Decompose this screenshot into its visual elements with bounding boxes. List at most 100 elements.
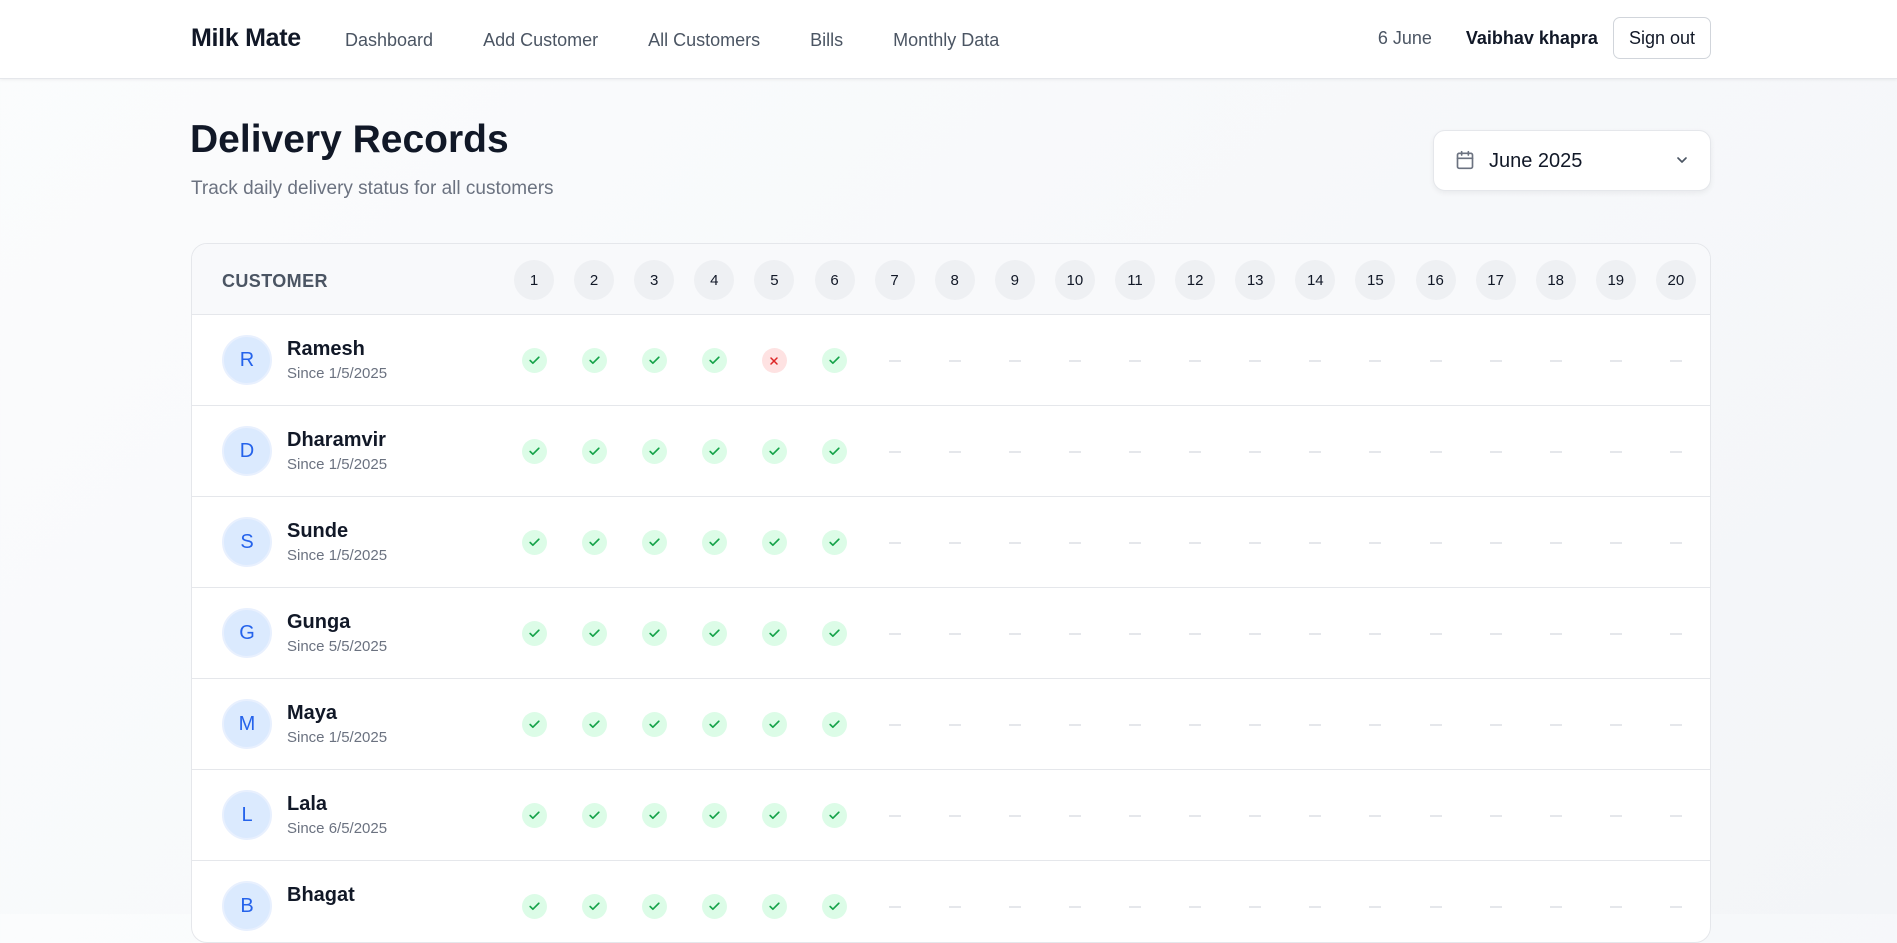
delivered-check-icon[interactable] xyxy=(641,348,667,373)
no-record-dash[interactable] xyxy=(888,815,901,817)
delivered-check-icon[interactable] xyxy=(761,621,787,646)
no-record-dash[interactable] xyxy=(1129,724,1141,726)
no-record-dash[interactable] xyxy=(1249,724,1262,726)
no-record-dash[interactable] xyxy=(1429,906,1442,908)
delivered-check-icon[interactable] xyxy=(581,803,607,828)
no-record-dash[interactable] xyxy=(1549,542,1562,544)
sign-out-button[interactable]: Sign out xyxy=(1612,17,1711,59)
no-record-dash[interactable] xyxy=(1068,906,1081,908)
nav-bills[interactable]: Bills xyxy=(810,30,843,51)
delivered-check-icon[interactable] xyxy=(822,348,847,373)
no-record-dash[interactable] xyxy=(1609,633,1622,635)
delivered-check-icon[interactable] xyxy=(822,439,847,464)
no-record-dash[interactable] xyxy=(1189,451,1202,453)
delivered-check-icon[interactable] xyxy=(581,712,607,737)
no-record-dash[interactable] xyxy=(1489,451,1502,453)
no-record-dash[interactable] xyxy=(1669,451,1682,453)
no-record-dash[interactable] xyxy=(1609,906,1622,908)
delivered-check-icon[interactable] xyxy=(761,530,787,555)
no-record-dash[interactable] xyxy=(1549,360,1562,362)
no-record-dash[interactable] xyxy=(1249,451,1262,453)
delivered-check-icon[interactable] xyxy=(761,712,787,737)
customer-name[interactable]: Ramesh xyxy=(287,338,365,361)
no-record-dash[interactable] xyxy=(1489,542,1502,544)
no-record-dash[interactable] xyxy=(888,633,901,635)
delivered-check-icon[interactable] xyxy=(641,439,667,464)
no-record-dash[interactable] xyxy=(1549,633,1562,635)
delivered-check-icon[interactable] xyxy=(822,712,847,737)
no-record-dash[interactable] xyxy=(1008,724,1021,726)
no-record-dash[interactable] xyxy=(1008,815,1021,817)
no-record-dash[interactable] xyxy=(888,360,901,362)
no-record-dash[interactable] xyxy=(1669,360,1682,362)
no-record-dash[interactable] xyxy=(1429,724,1442,726)
no-record-dash[interactable] xyxy=(1249,360,1262,362)
nav-dashboard[interactable]: Dashboard xyxy=(345,30,433,51)
no-record-dash[interactable] xyxy=(1369,633,1382,635)
customer-name[interactable]: Dharamvir xyxy=(287,429,386,452)
no-record-dash[interactable] xyxy=(1129,360,1141,362)
no-record-dash[interactable] xyxy=(1429,451,1442,453)
no-record-dash[interactable] xyxy=(1008,542,1021,544)
no-record-dash[interactable] xyxy=(1609,451,1622,453)
no-record-dash[interactable] xyxy=(1309,906,1322,908)
delivered-check-icon[interactable] xyxy=(581,894,607,919)
no-record-dash[interactable] xyxy=(1309,451,1322,453)
delivered-check-icon[interactable] xyxy=(641,894,667,919)
no-record-dash[interactable] xyxy=(1489,724,1502,726)
delivered-check-icon[interactable] xyxy=(701,348,727,373)
no-record-dash[interactable] xyxy=(1429,360,1442,362)
no-record-dash[interactable] xyxy=(1609,360,1622,362)
no-record-dash[interactable] xyxy=(1189,633,1202,635)
nav-add-customer[interactable]: Add Customer xyxy=(483,30,598,51)
no-record-dash[interactable] xyxy=(1669,815,1682,817)
no-record-dash[interactable] xyxy=(1369,451,1382,453)
no-record-dash[interactable] xyxy=(1249,633,1262,635)
no-record-dash[interactable] xyxy=(1489,906,1502,908)
no-record-dash[interactable] xyxy=(1068,542,1081,544)
no-record-dash[interactable] xyxy=(1549,451,1562,453)
customer-name[interactable]: Gunga xyxy=(287,611,350,634)
no-record-dash[interactable] xyxy=(1309,360,1322,362)
customer-name[interactable]: Lala xyxy=(287,793,327,816)
no-record-dash[interactable] xyxy=(1369,724,1382,726)
no-record-dash[interactable] xyxy=(1369,815,1382,817)
delivered-check-icon[interactable] xyxy=(521,894,547,919)
delivered-check-icon[interactable] xyxy=(701,621,727,646)
no-record-dash[interactable] xyxy=(1429,542,1442,544)
no-record-dash[interactable] xyxy=(1008,633,1021,635)
delivered-check-icon[interactable] xyxy=(521,621,547,646)
no-record-dash[interactable] xyxy=(1129,542,1141,544)
delivered-check-icon[interactable] xyxy=(521,530,547,555)
no-record-dash[interactable] xyxy=(1129,451,1141,453)
no-record-dash[interactable] xyxy=(1669,542,1682,544)
no-record-dash[interactable] xyxy=(948,360,961,362)
delivered-check-icon[interactable] xyxy=(822,621,847,646)
no-record-dash[interactable] xyxy=(1189,360,1202,362)
no-record-dash[interactable] xyxy=(1068,451,1081,453)
no-record-dash[interactable] xyxy=(1189,906,1202,908)
delivered-check-icon[interactable] xyxy=(641,530,667,555)
customer-name[interactable]: Bhagat xyxy=(287,884,355,907)
no-record-dash[interactable] xyxy=(1549,906,1562,908)
delivered-check-icon[interactable] xyxy=(581,530,607,555)
delivered-check-icon[interactable] xyxy=(641,803,667,828)
no-record-dash[interactable] xyxy=(1429,633,1442,635)
no-record-dash[interactable] xyxy=(1068,815,1081,817)
no-record-dash[interactable] xyxy=(1669,633,1682,635)
delivered-check-icon[interactable] xyxy=(822,803,847,828)
no-record-dash[interactable] xyxy=(1609,724,1622,726)
no-record-dash[interactable] xyxy=(948,815,961,817)
nav-monthly-data[interactable]: Monthly Data xyxy=(893,30,999,51)
no-record-dash[interactable] xyxy=(1489,633,1502,635)
delivered-check-icon[interactable] xyxy=(701,439,727,464)
no-record-dash[interactable] xyxy=(1489,360,1502,362)
no-record-dash[interactable] xyxy=(1609,815,1622,817)
no-record-dash[interactable] xyxy=(1549,815,1562,817)
no-record-dash[interactable] xyxy=(1489,815,1502,817)
delivered-check-icon[interactable] xyxy=(822,530,847,555)
delivered-check-icon[interactable] xyxy=(761,803,787,828)
month-selector[interactable]: June 2025 xyxy=(1433,130,1711,191)
no-record-dash[interactable] xyxy=(1249,815,1262,817)
no-record-dash[interactable] xyxy=(948,633,961,635)
